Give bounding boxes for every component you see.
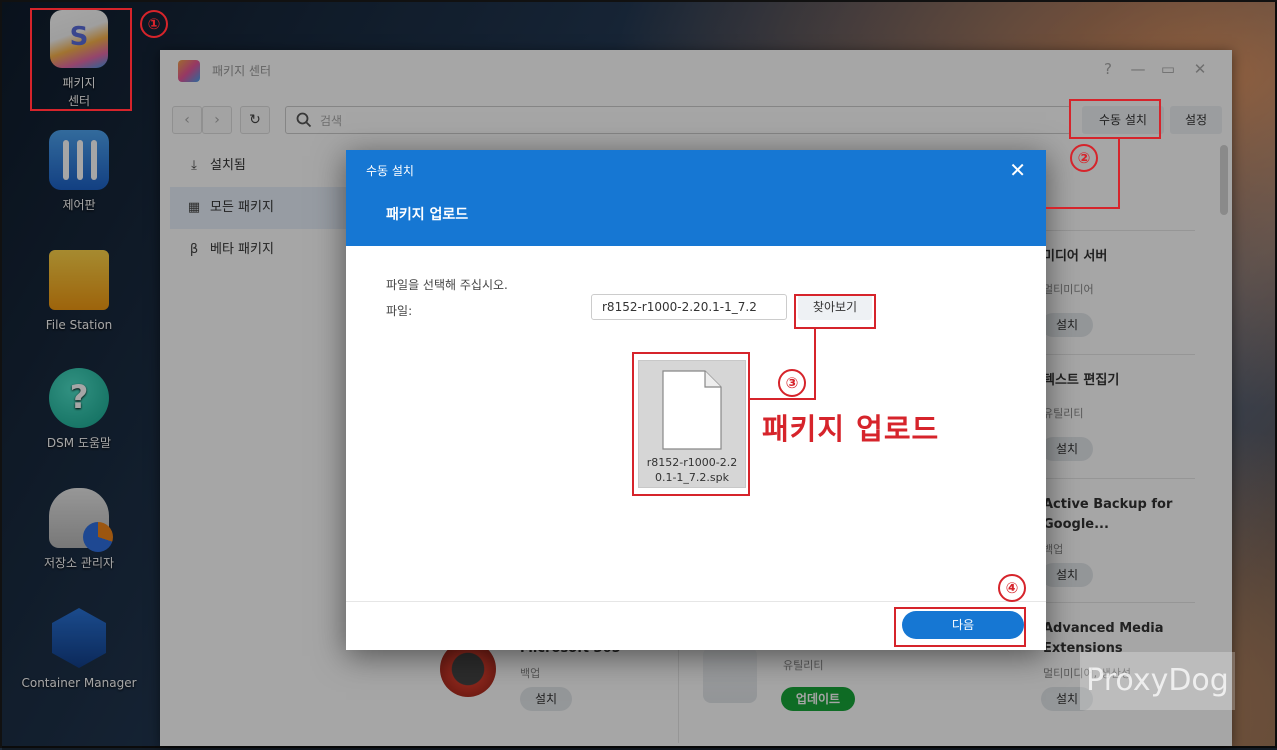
annotation-box-3 [632, 352, 750, 496]
instruction-text: 파일을 선택해 주십시오. [386, 278, 508, 292]
annotation-line [1046, 207, 1120, 209]
dialog-header: 수동 설치 패키지 업로드 ✕ [346, 150, 1046, 246]
watermark: ProxyDog [1080, 652, 1235, 710]
annotation-step-1: ① [140, 10, 168, 38]
annotation-line [814, 329, 816, 400]
desktop: S 패키지 센터 제어판 File Station ? DSM 도움말 저장소 … [0, 0, 1277, 750]
annotation-box-browse [794, 294, 876, 329]
dialog-title: 수동 설치 [366, 164, 414, 178]
annotation-upload-text: 패키지 업로드 [762, 412, 940, 446]
annotation-step-3: ③ [778, 369, 806, 397]
annotation-step-4: ④ [998, 574, 1026, 602]
file-label: 파일: [386, 304, 413, 318]
annotation-box-1 [30, 8, 132, 111]
annotation-line [1118, 139, 1120, 209]
annotation-step-2: ② [1070, 144, 1098, 172]
annotation-box-2 [1069, 99, 1161, 139]
annotation-box-4 [894, 607, 1026, 647]
file-path-field[interactable]: r8152-r1000-2.20.1-1_7.2 [591, 294, 787, 320]
annotation-line [750, 398, 816, 400]
close-icon[interactable]: ✕ [1009, 158, 1026, 182]
dialog-heading: 패키지 업로드 [386, 207, 469, 223]
